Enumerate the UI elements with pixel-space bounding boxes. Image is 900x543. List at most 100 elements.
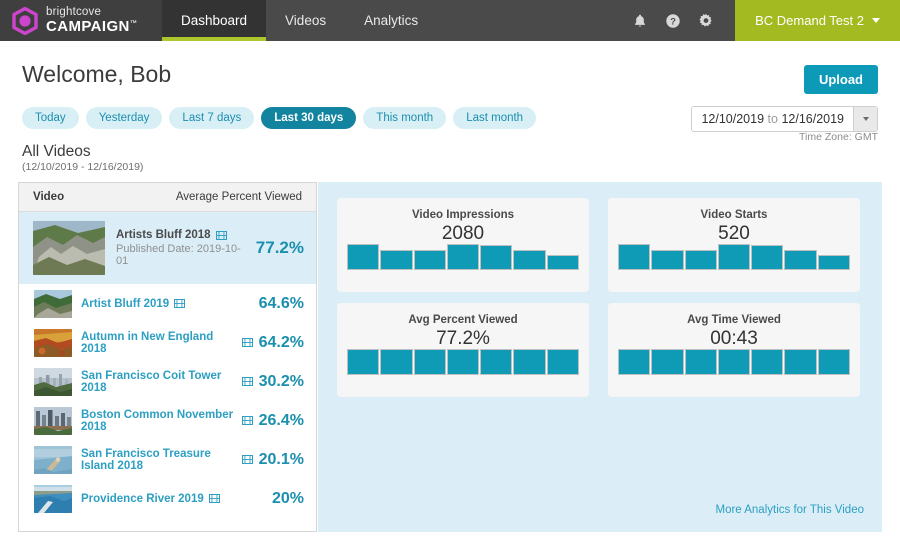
video-thumbnail	[34, 290, 72, 318]
thumbnail-autumn	[34, 329, 72, 357]
sparkline-bar	[380, 250, 412, 270]
list-item-percent: 20.1%	[259, 451, 304, 469]
metric-value: 77.2%	[337, 328, 589, 350]
list-item-featured[interactable]: Artists Bluff 2018 Published Date: 2019-…	[19, 212, 316, 284]
list-item[interactable]: Artist Bluff 2019 64.6%	[19, 284, 316, 323]
chevron-down-icon	[863, 117, 869, 121]
hexagon-logo-svg	[11, 7, 39, 35]
list-item-title-row[interactable]: San Francisco Coit Tower 2018	[81, 370, 253, 394]
sparkline-chart	[618, 244, 850, 270]
date-range-picker[interactable]: 12/10/2019 to 12/16/2019	[691, 106, 878, 132]
sparkline-bar	[718, 349, 750, 375]
list-item-title-row[interactable]: San Francisco Treasure Island 2018	[81, 448, 253, 472]
list-item-title-row[interactable]: Artist Bluff 2019	[81, 298, 253, 310]
video-list-header: Video Average Percent Viewed	[19, 183, 316, 212]
metric-title: Video Starts	[608, 209, 860, 221]
svg-text:?: ?	[670, 16, 676, 27]
list-item-title-row[interactable]: Providence River 2019	[81, 493, 266, 505]
brand-name-top: brightcove	[46, 7, 137, 19]
film-strip-icon	[209, 494, 220, 503]
upload-button[interactable]: Upload	[804, 65, 878, 94]
sparkline-bar	[547, 349, 579, 375]
bell-icon[interactable]	[632, 13, 648, 29]
date-filter-pills: Today Yesterday Last 7 days Last 30 days…	[22, 107, 536, 129]
metric-card-video-starts: Video Starts 520	[608, 198, 860, 292]
sparkline-bar	[784, 250, 816, 270]
film-strip-icon	[174, 299, 185, 308]
sparkline-bar	[818, 349, 850, 375]
metric-card-avg-percent-viewed: Avg Percent Viewed 77.2%	[337, 303, 589, 397]
brand-wordmark: brightcove CAMPAIGN™	[46, 7, 137, 35]
sparkline-bar	[414, 349, 446, 375]
pill-today[interactable]: Today	[22, 107, 79, 129]
list-item[interactable]: Boston Common November 2018 26.4%	[19, 401, 316, 440]
sparkline-bar	[347, 244, 379, 270]
date-end: 12/16/2019	[781, 112, 844, 126]
nav-tabs: Dashboard Videos Analytics	[162, 0, 437, 41]
list-item[interactable]: San Francisco Coit Tower 2018 30.2%	[19, 362, 316, 401]
list-item-title: San Francisco Coit Tower 2018	[81, 370, 237, 394]
thumbnail-boston	[34, 407, 72, 435]
thumbnail-green-hill	[34, 290, 72, 318]
pill-last-30-days[interactable]: Last 30 days	[261, 107, 356, 129]
account-name: BC Demand Test 2	[755, 13, 864, 28]
list-item[interactable]: Providence River 2019 20%	[19, 479, 316, 518]
help-icon[interactable]: ?	[665, 13, 681, 29]
featured-video-title: Artists Bluff 2018	[116, 229, 211, 241]
metric-card-grid: Video Impressions 2080 Video Starts 520 …	[337, 198, 860, 397]
tab-videos-label: Videos	[285, 13, 326, 28]
gear-icon[interactable]	[698, 13, 714, 29]
sparkline-bar	[685, 250, 717, 270]
dashboard-page: brightcove CAMPAIGN™ Dashboard Videos An…	[0, 0, 900, 543]
list-item-title: Artist Bluff 2019	[81, 298, 169, 310]
account-selector[interactable]: BC Demand Test 2	[735, 0, 900, 41]
column-header-metric: Average Percent Viewed	[176, 191, 302, 203]
chevron-down-icon	[872, 18, 880, 23]
metric-title: Avg Time Viewed	[608, 314, 860, 326]
sparkline-bar	[447, 244, 479, 270]
video-thumbnail	[34, 446, 72, 474]
sparkline-bar	[618, 244, 650, 270]
featured-video-title-row[interactable]: Artists Bluff 2018	[116, 229, 250, 241]
thumbnail-river	[34, 485, 72, 513]
tab-analytics[interactable]: Analytics	[345, 0, 437, 41]
pill-last-month[interactable]: Last month	[453, 107, 536, 129]
video-thumbnail	[34, 329, 72, 357]
nav-icon-group: ?	[632, 0, 735, 41]
list-item-title-row[interactable]: Autumn in New England 2018	[81, 331, 253, 355]
metric-value: 520	[608, 223, 860, 245]
date-range-dropdown-button[interactable]	[853, 107, 877, 131]
section-subtitle: (12/10/2019 - 12/16/2019)	[22, 161, 143, 173]
tab-analytics-label: Analytics	[364, 13, 418, 28]
list-item-title-row[interactable]: Boston Common November 2018	[81, 409, 253, 433]
date-range-value: 12/10/2019 to 12/16/2019	[692, 107, 853, 131]
metric-title: Avg Percent Viewed	[337, 314, 589, 326]
tab-dashboard[interactable]: Dashboard	[162, 0, 266, 41]
sparkline-bar	[480, 245, 512, 270]
tab-videos[interactable]: Videos	[266, 0, 345, 41]
sparkline-bar	[751, 349, 783, 375]
date-start: 12/10/2019	[701, 112, 764, 126]
metrics-panel: Video Impressions 2080 Video Starts 520 …	[318, 182, 882, 532]
sparkline-bar	[414, 250, 446, 270]
video-thumbnail	[34, 407, 72, 435]
metric-value: 00:43	[608, 328, 860, 350]
film-strip-icon	[242, 377, 253, 386]
date-to-label: to	[768, 112, 778, 126]
sparkline-chart	[347, 244, 579, 270]
list-item-percent: 64.2%	[259, 334, 304, 352]
list-item[interactable]: San Francisco Treasure Island 2018 20.1%	[19, 440, 316, 479]
sparkline-bar	[784, 349, 816, 375]
more-analytics-link[interactable]: More Analytics for This Video	[715, 504, 864, 516]
pill-this-month[interactable]: This month	[363, 107, 446, 129]
sparkline-bar	[447, 349, 479, 375]
metric-title: Video Impressions	[337, 209, 589, 221]
list-item-title: Boston Common November 2018	[81, 409, 237, 433]
pill-last-7-days[interactable]: Last 7 days	[169, 107, 254, 129]
sparkline-bar	[651, 250, 683, 270]
list-item[interactable]: Autumn in New England 2018 64.2%	[19, 323, 316, 362]
pill-yesterday[interactable]: Yesterday	[86, 107, 163, 129]
featured-video-published: Published Date: 2019-10-01	[116, 243, 250, 267]
featured-video-meta: Artists Bluff 2018 Published Date: 2019-…	[116, 229, 250, 267]
brand-logo[interactable]: brightcove CAMPAIGN™	[0, 0, 162, 41]
